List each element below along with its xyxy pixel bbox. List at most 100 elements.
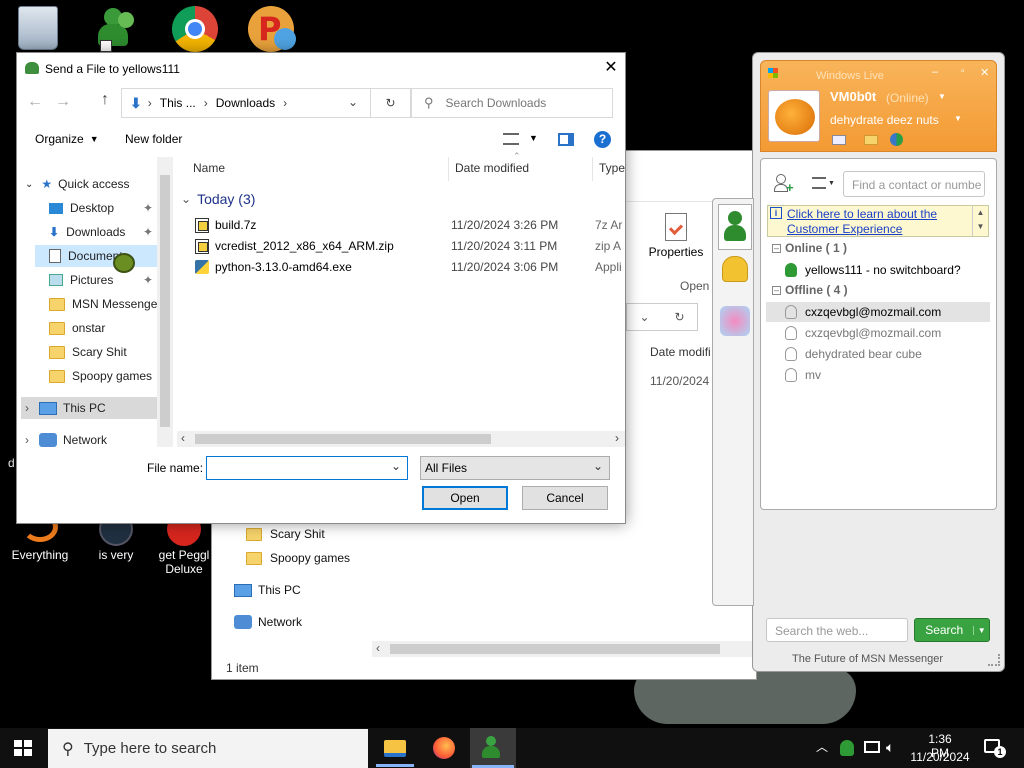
nav-quick-access[interactable]: ⌄ ★ Quick access bbox=[25, 173, 130, 195]
nav-this-pc[interactable]: › This PC bbox=[21, 397, 157, 419]
find-contact-input[interactable]: Find a contact or numbe bbox=[843, 171, 985, 197]
breadcrumb-downloads[interactable]: Downloads bbox=[216, 96, 275, 110]
contacts-tab-icon[interactable] bbox=[718, 204, 752, 250]
recycle-bin-icon[interactable] bbox=[18, 6, 58, 50]
properties-button[interactable]: Properties bbox=[648, 213, 704, 259]
banner-scroll[interactable]: ▲ ▼ bbox=[972, 206, 988, 236]
maximize-icon[interactable]: ▫ bbox=[961, 66, 965, 77]
nav-scary-shit[interactable]: Scary Shit bbox=[49, 341, 127, 363]
collapse-icon[interactable]: – bbox=[772, 243, 781, 253]
collapse-icon[interactable]: – bbox=[772, 285, 781, 295]
taskbar-date[interactable]: 11/20/2024 bbox=[908, 750, 972, 764]
volume-tray-icon[interactable]: 🔈︎ bbox=[886, 739, 894, 756]
help-icon[interactable]: ? bbox=[594, 131, 611, 148]
scroll-right-icon[interactable]: › bbox=[615, 431, 619, 445]
scroll-left-icon[interactable]: ‹ bbox=[181, 431, 185, 445]
bell-icon[interactable] bbox=[722, 256, 748, 282]
nav-downloads[interactable]: ⬇ Downloads ✦ bbox=[49, 221, 153, 243]
col-header-type[interactable]: Type bbox=[599, 161, 625, 175]
folder-icon[interactable] bbox=[864, 135, 878, 145]
close-icon[interactable]: ✕ bbox=[599, 57, 623, 79]
send-file-dialog[interactable]: Send a File to yellows111 ✕ ← → ↑ ⬇ › Th… bbox=[16, 52, 626, 524]
nav-network[interactable]: › Network bbox=[21, 429, 107, 447]
explorer-col-date[interactable]: Date modifi bbox=[650, 345, 711, 359]
close-icon[interactable]: ✕ bbox=[980, 66, 989, 79]
contact-offline[interactable]: mv bbox=[785, 366, 821, 384]
new-folder-button[interactable]: New folder bbox=[125, 132, 182, 146]
contact-online[interactable]: yellows111 - no switchboard? bbox=[785, 261, 961, 279]
firefox-taskbar-icon[interactable] bbox=[433, 737, 455, 759]
file-name-input[interactable]: ⌄ bbox=[206, 456, 408, 480]
display-picture[interactable] bbox=[768, 90, 820, 142]
caret-down-icon[interactable]: ▼ bbox=[973, 625, 989, 635]
open-button[interactable]: Open bbox=[422, 486, 508, 510]
pm-caret-icon[interactable]: ▼ bbox=[954, 114, 962, 123]
up-arrow-icon[interactable]: ↑ bbox=[101, 91, 109, 109]
contact-offline[interactable]: cxzqevbgl@mozmail.com bbox=[785, 324, 941, 342]
web-search-input[interactable]: Search the web... bbox=[766, 618, 908, 642]
sort-list-icon[interactable] bbox=[812, 177, 826, 189]
back-arrow-icon[interactable]: ← bbox=[27, 93, 43, 111]
status-caret-icon[interactable]: ▼ bbox=[938, 92, 946, 101]
nav-documents[interactable]: Documents bbox=[35, 245, 157, 267]
start-button[interactable] bbox=[14, 740, 32, 756]
resize-grip-icon[interactable] bbox=[988, 654, 1000, 666]
caret-down-icon[interactable]: ▼ bbox=[529, 133, 538, 143]
web-search-button[interactable]: Search ▼ bbox=[914, 618, 990, 642]
nav-desktop[interactable]: Desktop ✦ bbox=[49, 197, 153, 219]
nav-spoopy-games[interactable]: Spoopy games bbox=[49, 365, 152, 387]
file-row[interactable]: build.7z 11/20/2024 3:26 PM 7z Ar bbox=[195, 215, 625, 235]
scroll-left-icon[interactable]: ‹ bbox=[376, 641, 380, 655]
explorer-nav-scary-shit[interactable]: Scary Shit bbox=[246, 527, 325, 541]
online-group-header[interactable]: – Online ( 1 ) bbox=[772, 241, 847, 255]
file-explorer-taskbar-icon[interactable] bbox=[384, 740, 406, 757]
nav-pictures[interactable]: Pictures ✦ bbox=[49, 269, 153, 291]
refresh-icon[interactable]: ↻ bbox=[674, 310, 684, 324]
explorer-nav-spoopy-games[interactable]: Spoopy games bbox=[246, 551, 350, 565]
offline-group-header[interactable]: – Offline ( 4 ) bbox=[772, 283, 848, 297]
peggle-icon[interactable]: P bbox=[248, 6, 296, 52]
globe-icon[interactable] bbox=[890, 133, 903, 146]
view-options-icon[interactable] bbox=[503, 133, 519, 145]
explorer-address-partial[interactable]: ⌄ ↻ bbox=[626, 303, 698, 331]
network-tray-icon[interactable] bbox=[864, 741, 880, 753]
file-list-hscroll[interactable]: ‹ › bbox=[177, 431, 625, 447]
msn-tray-icon[interactable] bbox=[840, 740, 854, 756]
forward-arrow-icon[interactable]: → bbox=[55, 93, 71, 111]
games-icon[interactable] bbox=[720, 306, 750, 336]
explorer-hscroll[interactable]: ‹ bbox=[372, 641, 758, 657]
cancel-button[interactable]: Cancel bbox=[522, 486, 608, 510]
breadcrumb-this-pc[interactable]: This ... bbox=[160, 96, 196, 110]
contact-offline[interactable]: dehydrated bear cube bbox=[785, 345, 922, 363]
minimize-icon[interactable]: – bbox=[932, 66, 938, 78]
msn-status[interactable]: (Online) bbox=[886, 91, 929, 105]
taskbar-search[interactable]: ⚲ Type here to search bbox=[48, 729, 368, 768]
customer-experience-link[interactable]: Click here to learn about the Customer E… bbox=[787, 207, 971, 237]
caret-down-icon[interactable]: ▼ bbox=[828, 180, 835, 187]
nav-msn-messenger[interactable]: MSN Messenger bbox=[49, 293, 161, 315]
file-type-select[interactable]: All Files ⌄ bbox=[420, 456, 610, 480]
group-today[interactable]: ⌄ Today (3) bbox=[181, 191, 255, 207]
add-contact-icon[interactable]: + bbox=[774, 174, 796, 195]
msn-desktop-icon[interactable] bbox=[96, 6, 140, 52]
chevron-down-icon[interactable]: ⌄ bbox=[391, 459, 401, 473]
chevron-down-icon[interactable]: ⌄ bbox=[639, 310, 649, 324]
col-header-name[interactable]: Name bbox=[193, 161, 225, 175]
contact-offline[interactable]: cxzqevbgl@mozmail.com bbox=[785, 303, 941, 321]
refresh-icon[interactable]: ↻ bbox=[370, 89, 410, 117]
nav-onstar[interactable]: onstar bbox=[49, 317, 105, 339]
nav-pane[interactable]: ⌄ ★ Quick access Desktop ✦ ⬇ Downloads ✦ Do… bbox=[17, 157, 175, 447]
address-dropdown-icon[interactable]: ⌄ bbox=[348, 95, 358, 109]
explorer-nav-this-pc[interactable]: This PC bbox=[234, 583, 301, 597]
explorer-nav-network[interactable]: Network bbox=[234, 615, 302, 629]
col-header-date[interactable]: Date modified bbox=[455, 161, 529, 175]
file-row[interactable]: python-3.13.0-amd64.exe 11/20/2024 3:06 … bbox=[195, 257, 625, 277]
address-bar[interactable]: ⬇ › This ... › Downloads › ⌄ ↻ bbox=[121, 88, 411, 118]
organize-button[interactable]: Organize ▼ bbox=[35, 132, 99, 146]
chrome-icon[interactable] bbox=[172, 6, 218, 52]
file-row[interactable]: vcredist_2012_x86_x64_ARM.zip 11/20/2024… bbox=[195, 236, 625, 256]
mail-icon[interactable] bbox=[832, 135, 846, 145]
nav-vscroll[interactable] bbox=[157, 157, 173, 447]
preview-pane-icon[interactable] bbox=[558, 133, 574, 146]
tray-overflow-icon[interactable]: ︿ bbox=[816, 738, 828, 755]
